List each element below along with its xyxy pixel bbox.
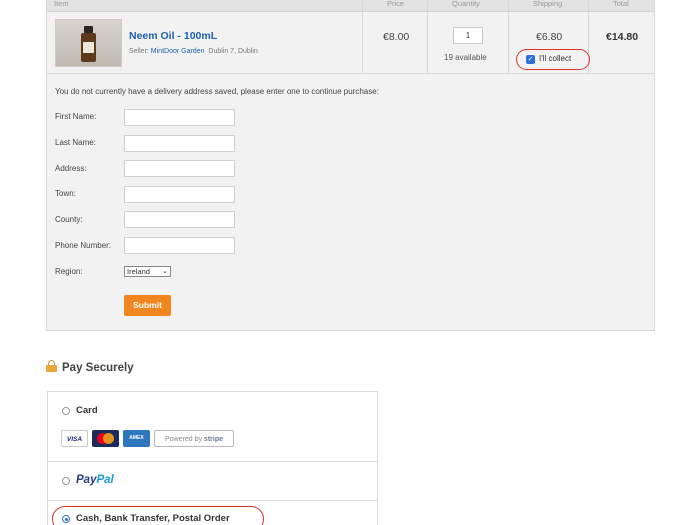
seller-location: Dublin 7, Dublin — [208, 48, 258, 55]
amex-icon: AMEX — [123, 430, 150, 447]
seller-link[interactable]: MintDoor Garden — [151, 48, 205, 55]
region-value: Ireland — [127, 267, 150, 276]
cash-label[interactable]: Cash, Bank Transfer, Postal Order — [76, 513, 230, 524]
region-label: Region: — [55, 267, 83, 276]
cart-item-row: Neem Oil - 100mL Seller: MintDoor Garden… — [47, 12, 654, 74]
address-notice: You do not currently have a delivery add… — [55, 87, 379, 96]
cart-table-header: Item Price Quantity Shipping Total — [47, 0, 654, 12]
pay-title-text: Pay Securely — [62, 362, 134, 374]
town-label: Town: — [55, 189, 76, 198]
product-name-link[interactable]: Neem Oil - 100mL — [129, 30, 217, 42]
first-name-label: First Name: — [55, 112, 97, 121]
seller-prefix: Seller: — [129, 48, 149, 55]
town-field[interactable] — [124, 186, 235, 203]
pay-securely-heading: Pay Securely — [46, 360, 134, 374]
last-name-field[interactable] — [124, 135, 235, 152]
option-divider — [48, 461, 377, 462]
card-radio[interactable] — [62, 407, 70, 415]
header-shipping: Shipping — [533, 0, 563, 8]
region-select[interactable]: Ireland ⌄ — [124, 266, 171, 277]
address-field[interactable] — [124, 160, 235, 177]
header-quantity: Quantity — [452, 0, 480, 8]
header-price: Price — [387, 0, 405, 8]
collect-label[interactable]: I'll collect — [539, 54, 571, 63]
chevron-down-icon: ⌄ — [162, 268, 168, 275]
collect-highlight: ✓ I'll collect — [516, 49, 590, 70]
option-divider — [48, 500, 377, 501]
phone-label: Phone Number: — [55, 241, 112, 250]
paypal-text-b: Pal — [96, 474, 114, 486]
cash-radio[interactable] — [62, 515, 70, 523]
mastercard-icon — [92, 430, 119, 447]
stripe-prefix: Powered by — [165, 436, 202, 443]
quantity-input[interactable]: 1 — [453, 27, 483, 44]
visa-icon: VISA — [61, 430, 88, 447]
oil-bottle-icon — [81, 26, 96, 62]
collect-checkbox[interactable]: ✓ — [526, 55, 535, 64]
payment-options: Card VISA AMEX Powered by stripe PayPal … — [47, 391, 378, 525]
stripe-name: stripe — [203, 436, 223, 443]
paypal-radio[interactable] — [62, 477, 70, 485]
cart-panel: Item Price Quantity Shipping Total Neem … — [46, 0, 655, 331]
available-count: 19 available — [444, 53, 487, 62]
seller-info: Seller: MintDoor Garden Dublin 7, Dublin — [129, 48, 258, 55]
item-total: €14.80 — [606, 31, 639, 43]
county-label: County: — [55, 215, 83, 224]
submit-button[interactable]: Submit — [124, 295, 171, 316]
paypal-logo[interactable]: PayPal — [76, 474, 114, 486]
header-total: Total — [613, 0, 629, 8]
address-label: Address: — [55, 164, 87, 173]
card-label[interactable]: Card — [76, 405, 98, 416]
last-name-label: Last Name: — [55, 138, 96, 147]
first-name-field[interactable] — [124, 109, 235, 126]
paypal-text-a: Pay — [76, 474, 97, 486]
shipping-cost: €6.80 — [536, 31, 563, 43]
phone-field[interactable] — [124, 237, 235, 254]
product-image[interactable] — [55, 19, 122, 67]
county-field[interactable] — [124, 211, 235, 228]
header-item: Item — [54, 0, 69, 8]
stripe-badge: Powered by stripe — [154, 430, 234, 447]
item-price: €8.00 — [383, 31, 410, 43]
lock-icon — [46, 360, 57, 372]
